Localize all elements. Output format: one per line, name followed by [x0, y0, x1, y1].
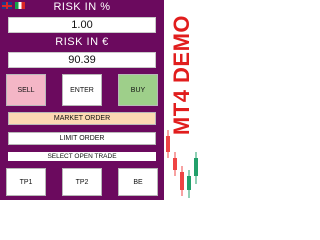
demo-watermark-text: MT4 DEMO [169, 14, 194, 136]
trade-panel: RISK IN % 1.00 RISK IN € 90.39 SELL ENTE… [0, 0, 164, 200]
candle-4 [187, 170, 191, 198]
demo-watermark: MT4 DEMO [164, 0, 200, 150]
limit-order-button[interactable]: LIMIT ORDER [8, 132, 156, 145]
candle-2 [173, 152, 177, 176]
candle-3 [180, 166, 184, 196]
risk-percent-input[interactable]: 1.00 [8, 17, 156, 33]
buy-button[interactable]: BUY [118, 74, 158, 106]
tp1-button[interactable]: TP1 [6, 168, 46, 196]
risk-euro-label: RISK IN € [55, 36, 109, 48]
select-open-trade-label: SELECT OPEN TRADE [8, 152, 156, 161]
candle-5 [194, 152, 198, 184]
enter-button[interactable]: ENTER [62, 74, 102, 106]
risk-euro-input[interactable]: 90.39 [8, 52, 156, 68]
sell-button[interactable]: SELL [6, 74, 46, 106]
risk-percent-label: RISK IN % [53, 1, 111, 13]
tp2-button[interactable]: TP2 [62, 168, 102, 196]
market-order-button[interactable]: MARKET ORDER [8, 112, 156, 125]
breakeven-button[interactable]: BE [118, 168, 158, 196]
